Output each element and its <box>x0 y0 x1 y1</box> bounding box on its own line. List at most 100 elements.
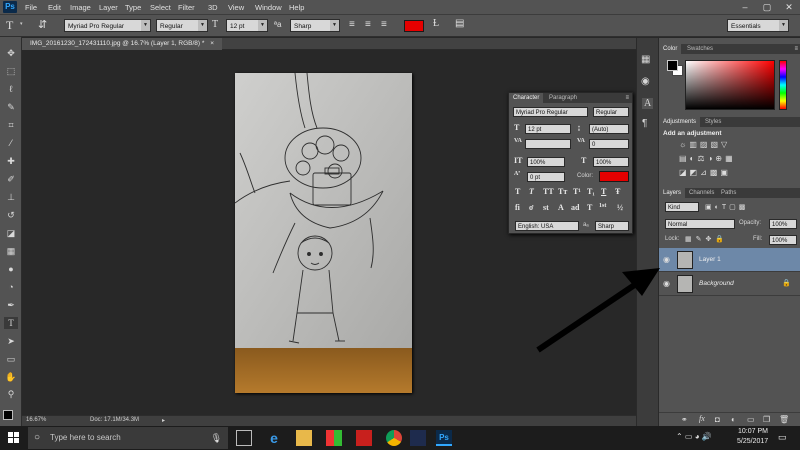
menu-select[interactable]: Select <box>150 3 171 12</box>
shape-tool-icon[interactable]: ▭ <box>4 353 18 365</box>
gradient-tool-icon[interactable]: ▦ <box>4 245 18 257</box>
language-dropdown[interactable]: English: USA <box>515 221 579 231</box>
windows-start-icon[interactable] <box>8 432 20 444</box>
tab-character[interactable]: Character <box>509 93 544 103</box>
doc-size[interactable]: Doc: 17.1M/34.3M <box>90 417 139 423</box>
opacity-field[interactable]: 100% <box>769 219 797 229</box>
all-caps-button[interactable]: TT <box>543 187 554 196</box>
char-font-family-dropdown[interactable]: Myriad Pro Regular <box>513 107 588 117</box>
new-layer-icon[interactable]: ❐ <box>763 415 770 424</box>
menu-edit[interactable]: Edit <box>48 3 61 12</box>
history-brush-tool-icon[interactable]: ↺ <box>4 209 18 221</box>
action-center-icon[interactable]: ▭ <box>778 432 787 443</box>
layer-row-background[interactable]: ◉ Background 🔒 <box>659 272 800 296</box>
char-anti-alias-dropdown[interactable]: Sharp <box>595 221 629 231</box>
menu-file[interactable]: File <box>25 3 37 12</box>
panel-menu-icon[interactable]: ≡ <box>794 44 798 54</box>
lock-icons[interactable]: ▦✎✥🔒 <box>685 235 728 243</box>
new-group-icon[interactable]: ▭ <box>747 415 755 424</box>
paragraph-panel-icon[interactable]: ¶ <box>642 118 647 129</box>
subscript-button[interactable]: T₁ <box>587 187 595 196</box>
old-style-button[interactable]: ơ <box>529 203 533 212</box>
ornaments-button[interactable]: T <box>587 203 592 212</box>
character-panel-icon[interactable]: A <box>642 98 654 109</box>
type-tool-icon[interactable]: T <box>6 18 13 33</box>
color-field[interactable] <box>685 60 775 110</box>
tab-paragraph[interactable]: Paragraph <box>545 93 581 103</box>
faux-bold-button[interactable]: T <box>515 187 520 196</box>
layer-style-icon[interactable]: fx <box>699 414 705 423</box>
char-leading-field[interactable]: (Auto) <box>589 124 629 134</box>
edge-browser-icon[interactable]: e <box>266 430 282 446</box>
clock-date[interactable]: 5/25/2017 <box>737 438 768 445</box>
maximize-button[interactable]: ▢ <box>756 0 778 14</box>
stylistic-alternates-button[interactable]: A <box>558 203 564 212</box>
superscript-button[interactable]: T¹ <box>573 187 581 196</box>
tool-preset-chevron-icon[interactable]: ▾ <box>20 21 23 27</box>
char-hscale-field[interactable]: 100% <box>593 157 629 167</box>
menu-layer[interactable]: Layer <box>99 3 118 12</box>
anti-alias-dropdown[interactable]: Sharp ▼ <box>290 19 340 32</box>
workspace-dropdown[interactable]: Essentials ▼ <box>727 19 789 32</box>
adjustment-icons-row-1[interactable]: ☼▥▨▧▽ <box>679 140 730 149</box>
adjustment-layer-icon[interactable]: ◐ <box>731 415 736 424</box>
system-tray-icons[interactable]: ⌃ ▭ ◕ 🔊 <box>676 432 712 441</box>
ligatures-button[interactable]: fi <box>515 203 520 212</box>
panels-toggle-icon[interactable]: ▤ <box>455 18 464 29</box>
menu-view[interactable]: View <box>228 3 244 12</box>
char-size-field[interactable]: 12 pt <box>525 124 571 134</box>
menu-filter[interactable]: Filter <box>178 3 195 12</box>
layer-filter-dropdown[interactable]: Kind <box>665 202 699 212</box>
blend-mode-dropdown[interactable]: Normal <box>665 219 735 229</box>
healing-brush-tool-icon[interactable]: ✚ <box>4 155 18 167</box>
align-left-icon[interactable]: ≡ <box>349 19 355 30</box>
minimize-button[interactable]: – <box>734 0 756 14</box>
tab-layers[interactable]: Layers <box>659 188 686 198</box>
crop-tool-icon[interactable]: ⌗ <box>4 119 18 131</box>
history-panel-icon[interactable]: ▦ <box>641 54 650 65</box>
app-icon[interactable] <box>410 430 426 446</box>
brush-tool-icon[interactable]: ✐ <box>4 173 18 185</box>
faux-italic-button[interactable]: T <box>529 187 534 196</box>
menu-window[interactable]: Window <box>255 3 282 12</box>
text-color-swatch[interactable] <box>404 20 424 32</box>
lasso-tool-icon[interactable]: ℓ <box>4 83 18 95</box>
char-baseline-field[interactable]: 0 pt <box>527 172 565 182</box>
font-size-field[interactable]: 12 pt ▼ <box>226 19 268 32</box>
tab-color[interactable]: Color <box>659 44 682 54</box>
canvas-image[interactable] <box>235 73 412 393</box>
taskbar-search-box[interactable]: ○ Type here to search 🎙 <box>28 427 228 449</box>
strikethrough-button[interactable]: Ŧ <box>615 187 620 196</box>
swash-button[interactable]: st <box>543 203 549 212</box>
fill-field[interactable]: 100% <box>769 235 797 245</box>
adjustment-icons-row-2[interactable]: ▤◐⚖◑⊕▦ <box>679 154 736 163</box>
menu-type[interactable]: Type <box>125 3 141 12</box>
underline-button[interactable]: T <box>601 187 606 196</box>
char-color-swatch[interactable] <box>599 171 629 182</box>
char-kerning-field[interactable] <box>525 139 571 149</box>
font-family-dropdown[interactable]: Myriad Pro Regular ▼ <box>64 19 151 32</box>
small-caps-button[interactable]: Tт <box>558 187 567 196</box>
align-center-icon[interactable]: ≡ <box>365 19 371 30</box>
link-layers-icon[interactable]: ⚭ <box>681 415 688 424</box>
warp-text-icon[interactable]: Ɫ <box>433 18 439 29</box>
panel-menu-icon[interactable]: ≡ <box>625 93 629 103</box>
tab-channels[interactable]: Channels <box>685 188 718 198</box>
move-tool-icon[interactable]: ✥ <box>4 47 18 59</box>
fractions-button[interactable]: ½ <box>617 203 623 212</box>
photoshop-taskbar-icon[interactable]: Ps <box>436 430 452 446</box>
char-font-style-dropdown[interactable]: Regular <box>593 107 629 117</box>
path-select-tool-icon[interactable]: ➤ <box>4 335 18 347</box>
marquee-tool-icon[interactable]: ⬚ <box>4 65 18 77</box>
tab-adjustments[interactable]: Adjustments <box>659 117 701 127</box>
menu-3d[interactable]: 3D <box>208 3 218 12</box>
clone-stamp-tool-icon[interactable]: ⊥ <box>4 191 18 203</box>
layer-name[interactable]: Layer 1 <box>699 256 721 263</box>
tab-swatches[interactable]: Swatches <box>683 44 717 54</box>
titling-alternates-button[interactable]: ad <box>571 203 579 212</box>
blur-tool-icon[interactable]: ● <box>4 263 18 275</box>
eraser-tool-icon[interactable]: ◪ <box>4 227 18 239</box>
orientation-toggle-icon[interactable]: ⇵ <box>38 18 47 31</box>
microphone-icon[interactable]: 🎙 <box>211 427 222 449</box>
task-view-icon[interactable] <box>236 430 252 446</box>
